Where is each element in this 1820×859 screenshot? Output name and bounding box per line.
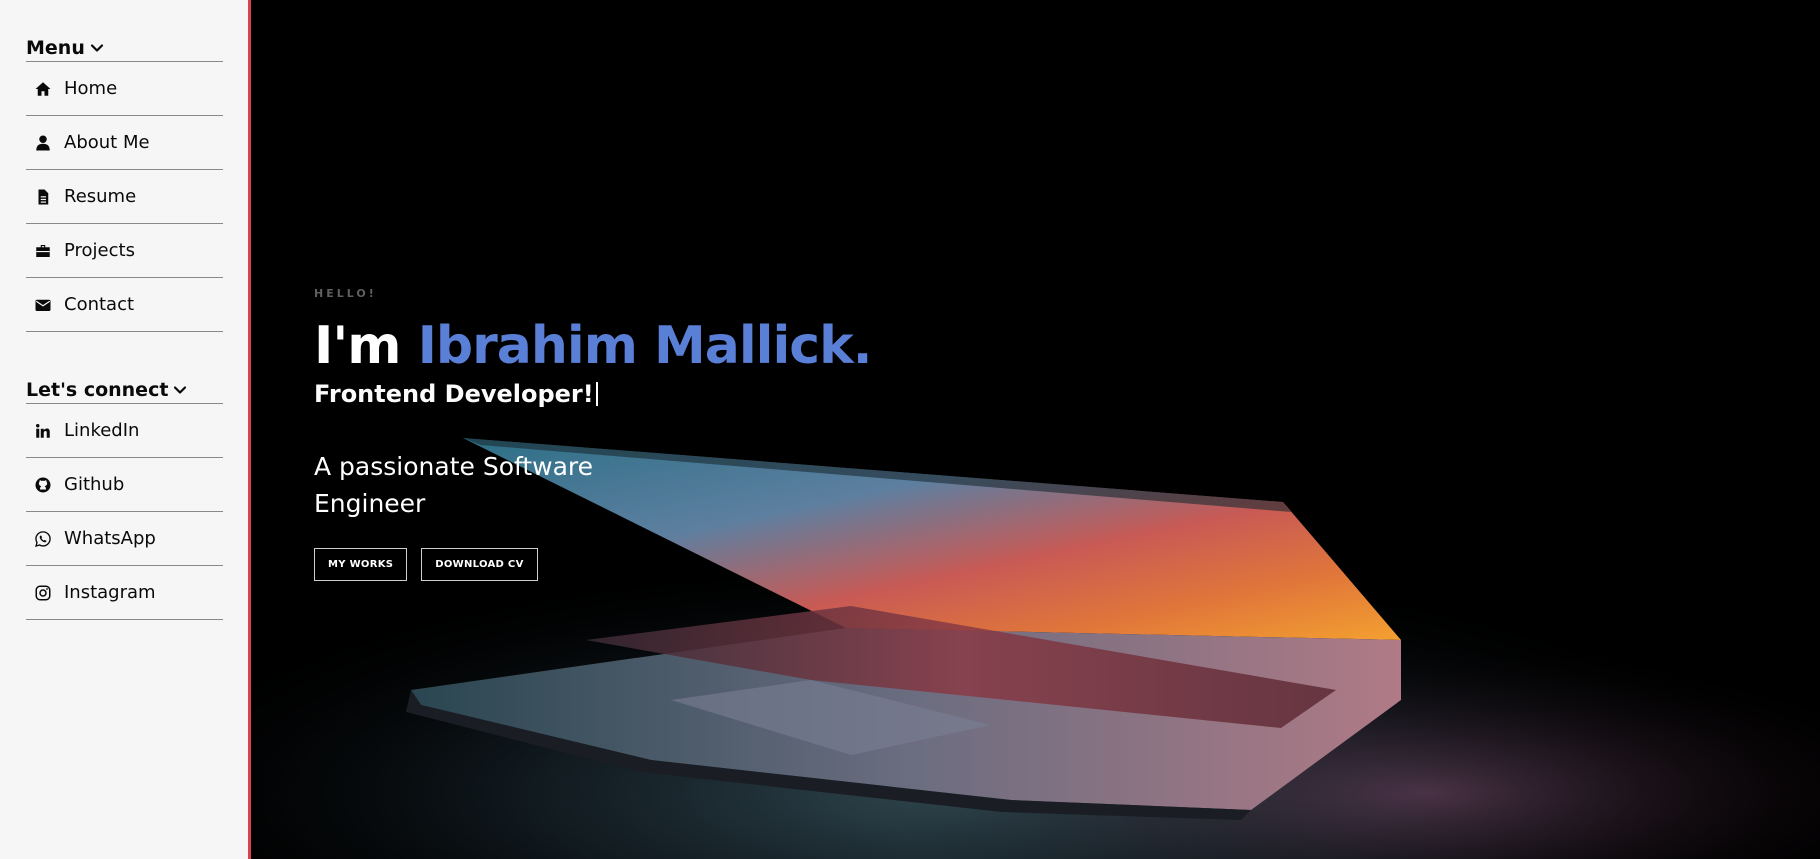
- sidebar-item-label: LinkedIn: [64, 420, 140, 441]
- hero-tagline: A passionate Software Engineer: [314, 452, 594, 518]
- whatsapp-icon: [34, 528, 56, 550]
- menu-header[interactable]: Menu: [26, 36, 223, 62]
- hero-headline: I'm Ibrahim Mallick.: [314, 316, 873, 376]
- sidebar-item-label: About Me: [64, 132, 150, 153]
- connect-header[interactable]: Let's connect: [26, 378, 223, 404]
- sidebar-item-label: Github: [64, 474, 125, 495]
- linkedin-icon: [34, 420, 56, 442]
- hero-buttons: MY WORKS DOWNLOAD CV: [314, 548, 871, 581]
- briefcase-icon: [34, 240, 56, 262]
- headline-name: Ibrahim Mallick.: [417, 316, 873, 376]
- sidebar-item-linkedin[interactable]: LinkedIn: [26, 404, 223, 458]
- sidebar-item-label: Resume: [64, 186, 137, 207]
- sidebar-item-projects[interactable]: Projects: [26, 224, 223, 278]
- sidebar-item-label: Instagram: [64, 582, 156, 603]
- user-icon: [34, 132, 56, 154]
- sidebar-item-about-me[interactable]: About Me: [26, 116, 223, 170]
- hero-role: Frontend Developer!: [314, 380, 871, 408]
- envelope-icon: [34, 294, 56, 316]
- hero-greeting: HELLO!: [314, 287, 377, 300]
- sidebar-item-label: Home: [64, 78, 118, 99]
- chevron-down-icon: [174, 385, 187, 394]
- typing-cursor: [595, 382, 598, 406]
- hero-section: HELLO! I'm Ibrahim Mallick. Frontend Dev…: [251, 0, 1820, 859]
- sidebar-item-home[interactable]: Home: [26, 62, 223, 116]
- file-icon: [34, 186, 56, 208]
- menu-title: Menu: [26, 36, 85, 59]
- github-icon: [34, 474, 56, 496]
- sidebar-item-label: WhatsApp: [64, 528, 156, 549]
- role-text: Frontend Developer!: [314, 380, 594, 408]
- sidebar-item-label: Contact: [64, 294, 135, 315]
- connect-title: Let's connect: [26, 378, 169, 401]
- sidebar-item-contact[interactable]: Contact: [26, 278, 223, 332]
- home-icon: [34, 78, 56, 100]
- sidebar-item-resume[interactable]: Resume: [26, 170, 223, 224]
- download-cv-button[interactable]: DOWNLOAD CV: [421, 548, 538, 581]
- sidebar-item-label: Projects: [64, 240, 135, 261]
- my-works-button[interactable]: MY WORKS: [314, 548, 408, 581]
- headline-prefix: I'm: [314, 316, 418, 376]
- sidebar: Menu Home About Me Resume Projects Conta…: [0, 0, 251, 859]
- sidebar-item-github[interactable]: Github: [26, 458, 223, 512]
- chevron-down-icon: [90, 43, 103, 52]
- hero-content: HELLO! I'm Ibrahim Mallick. Frontend Dev…: [314, 287, 873, 581]
- instagram-icon: [34, 582, 56, 604]
- sidebar-item-whatsapp[interactable]: WhatsApp: [26, 512, 223, 566]
- sidebar-item-instagram[interactable]: Instagram: [26, 566, 223, 620]
